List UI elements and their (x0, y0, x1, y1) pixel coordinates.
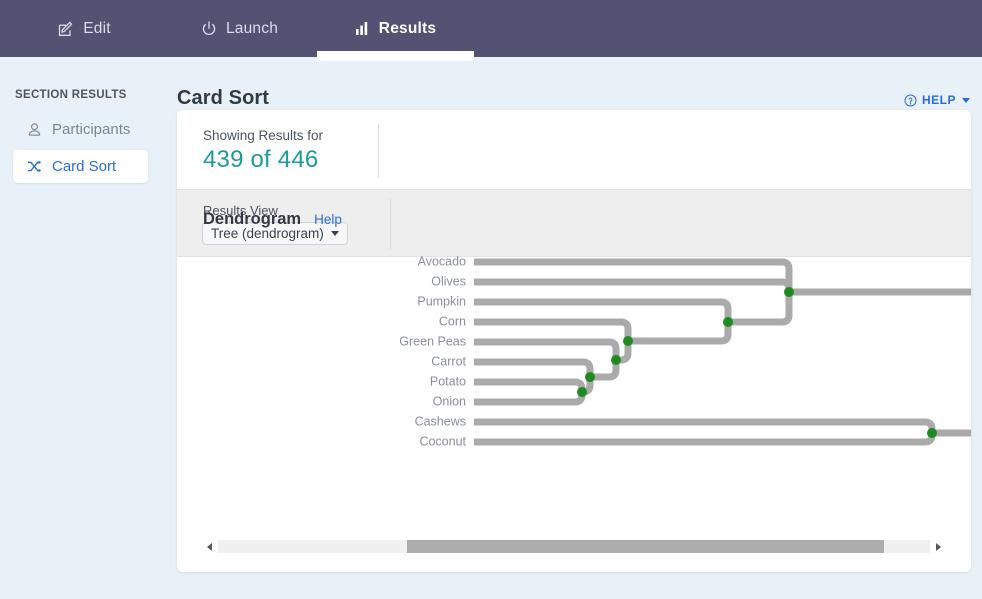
sidebar-item-participants-label: Participants (52, 121, 131, 138)
dendrogram-merge-node[interactable] (927, 428, 937, 438)
tab-launch-label: Launch (225, 19, 279, 37)
results-card: Showing Results for 439 of 446 Results V… (177, 110, 971, 572)
bar-chart-icon (355, 21, 370, 36)
dendrogram-branch (789, 288, 971, 296)
sidebar-item-participants[interactable]: Participants (13, 113, 148, 146)
dendrogram-branch (474, 378, 586, 392)
dendrogram-branch (474, 278, 793, 292)
vertical-divider (378, 124, 379, 178)
dendrogram-merge-node[interactable] (623, 336, 633, 346)
dendrogram-branch (474, 258, 793, 292)
dendrogram-branch (628, 322, 732, 345)
chevron-down-icon (330, 231, 339, 236)
dendrogram-branch (474, 338, 620, 360)
dendrogram-leaf-label: Avocado (418, 254, 466, 268)
dendrogram-chart[interactable]: Avocado Olives Pumpkin Corn Green Peas Carrot… (177, 252, 971, 507)
chevron-down-icon (962, 97, 970, 103)
sidebar: SECTION RESULTS Participants Card Sort (0, 57, 162, 599)
sidebar-item-card-sort[interactable]: Card Sort (13, 150, 148, 183)
dendrogram-header: Dendrogram Help (203, 210, 342, 229)
power-icon (201, 20, 217, 37)
dendrogram-branch (728, 292, 793, 326)
dendrogram-branch (474, 318, 632, 341)
edit-pencil-icon (58, 21, 74, 37)
shuffle-icon (27, 159, 43, 174)
tab-results-label: Results (378, 19, 437, 37)
horizontal-scrollbar[interactable] (203, 539, 945, 554)
showing-results-label: Showing Results for (203, 128, 324, 143)
help-label: HELP (921, 93, 956, 107)
dendrogram-branch (474, 418, 936, 433)
tab-launch[interactable]: Launch (162, 0, 317, 57)
dendrogram-leaf-label: Corn (439, 314, 466, 328)
scroll-right-arrow[interactable] (932, 539, 945, 554)
dendrogram-merge-node[interactable] (577, 387, 587, 397)
scrollbar-track[interactable] (218, 540, 930, 553)
help-dropdown-button[interactable]: HELP (904, 93, 970, 107)
sidebar-item-card-sort-label: Card Sort (52, 158, 117, 175)
dendrogram-svg: Avocado Olives Pumpkin Corn Green Peas Carrot… (399, 254, 971, 448)
dendrogram-branch (474, 433, 936, 446)
showing-results-section: Showing Results for 439 of 446 (177, 110, 971, 189)
vertical-divider (390, 198, 391, 250)
page-title: Card Sort (177, 87, 270, 109)
dendrogram-branch (932, 429, 971, 437)
dendrogram-leaf-label: Cashews (415, 414, 466, 428)
dendrogram-leaf-label: Green Peas (399, 334, 466, 348)
dendrogram-title: Dendrogram (203, 210, 302, 228)
dendrogram-leaf-label: Potato (430, 374, 466, 388)
dendrogram-merge-node[interactable] (723, 317, 733, 327)
dendrogram-leaf-label: Onion (433, 394, 466, 408)
dendrogram-merge-node[interactable] (784, 287, 794, 297)
dendrogram-leaf-label: Carrot (431, 354, 466, 368)
results-count: 439 of 446 (203, 146, 319, 173)
dendrogram-branch (474, 358, 594, 377)
dendrogram-branch (474, 392, 586, 406)
tab-edit[interactable]: Edit (7, 0, 162, 57)
dendrogram-leaf-label: Coconut (419, 434, 466, 448)
dendrogram-help-link[interactable]: Help (314, 212, 342, 227)
top-navigation-bar: Edit Launch Results (0, 0, 982, 61)
dendrogram-leaf-label: Pumpkin (417, 294, 466, 308)
dendrogram-leaf-label: Olives (431, 274, 466, 288)
scroll-left-arrow[interactable] (203, 539, 216, 554)
scrollbar-thumb[interactable] (406, 540, 884, 553)
sidebar-heading: SECTION RESULTS (15, 89, 127, 101)
tab-results[interactable]: Results (317, 0, 474, 61)
main-content: Card Sort HELP Showing Results for 439 o… (162, 57, 982, 599)
showing-results-cell: Showing Results for 439 of 446 (203, 128, 323, 174)
tab-edit-label: Edit (83, 19, 111, 37)
question-circle-icon (904, 93, 917, 107)
person-icon (27, 122, 43, 137)
dendrogram-merge-node[interactable] (585, 372, 595, 382)
dendrogram-merge-node[interactable] (611, 355, 621, 365)
